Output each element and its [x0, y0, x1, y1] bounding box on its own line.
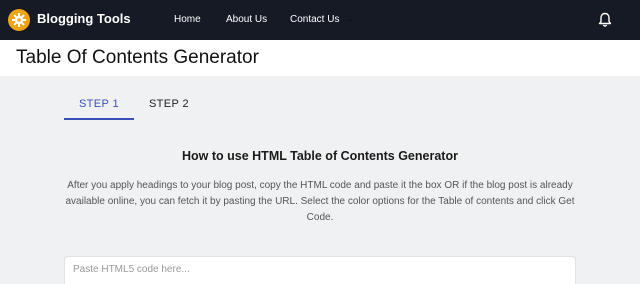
top-navbar: Blogging Tools Home About Us Contact Us … [0, 0, 640, 40]
page-title: Table Of Contents Generator [16, 47, 259, 68]
brand-name[interactable]: Blogging Tools [37, 11, 131, 27]
instructions-heading: How to use HTML Table of Contents Genera… [182, 149, 458, 163]
html-code-input[interactable] [65, 257, 575, 284]
nav-about-us[interactable]: About Us [226, 13, 267, 27]
bell-icon[interactable] [598, 12, 612, 28]
page-header: Table Of Contents Generator [0, 40, 640, 76]
logo-gear-icon[interactable] [8, 9, 30, 31]
nav-contact-us[interactable]: Contact Us [290, 13, 339, 27]
tab-step-2[interactable]: STEP 2 [134, 94, 204, 120]
nav-home[interactable]: Home [174, 13, 201, 27]
tab-step-1[interactable]: STEP 1 [64, 94, 134, 120]
arrow-icon: → [343, 13, 354, 25]
html-input-container [64, 256, 576, 284]
instructions-text: After you apply headings to your blog po… [65, 180, 575, 223]
